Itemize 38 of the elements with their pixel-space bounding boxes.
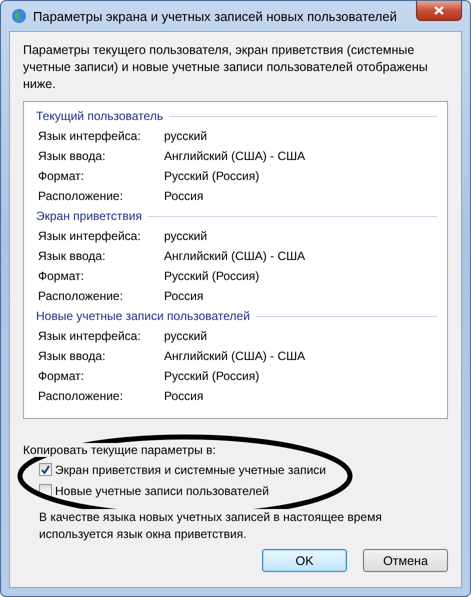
checkbox-label: Новые учетные записи пользователей (55, 484, 269, 498)
setting-value: Английский (США) - США (164, 349, 306, 363)
setting-label: Расположение: (38, 389, 124, 403)
checkbox[interactable] (39, 463, 52, 476)
section-title: Текущий пользователь (36, 109, 164, 123)
setting-value: Русский (Россия) (164, 369, 260, 383)
intro-text: Параметры текущего пользователя, экран приветствия (системные учетные записи) и новые учетные записи пользователей отображены ниже. (23, 42, 429, 93)
setting-value: Русский (Россия) (164, 169, 260, 183)
setting-value: русский (164, 229, 208, 243)
section-title: Новые учетные записи пользователей (36, 309, 250, 323)
setting-label: Язык ввода: (38, 149, 106, 163)
setting-label: Язык ввода: (38, 349, 106, 363)
globe-icon (11, 8, 27, 24)
cancel-button[interactable]: Отмена (363, 549, 448, 572)
setting-value: Россия (164, 189, 204, 203)
setting-value: Россия (164, 389, 204, 403)
setting-label: Формат: (38, 269, 85, 283)
setting-label: Расположение: (38, 289, 124, 303)
setting-value: Английский (США) - США (164, 149, 306, 163)
setting-label: Формат: (38, 369, 85, 383)
setting-label: Формат: (38, 169, 85, 183)
setting-value: Английский (США) - США (164, 249, 306, 263)
setting-value: русский (164, 129, 208, 143)
checkbox-label: Экран приветствия и системные учетные записи (55, 462, 326, 476)
setting-label: Язык интерфейса: (38, 329, 142, 343)
section-title: Экран приветствия (36, 209, 142, 223)
window-title: Параметры экрана и учетных записей новых пользователей (33, 8, 397, 24)
setting-label: Язык интерфейса: (38, 229, 142, 243)
setting-label: Язык интерфейса: (38, 129, 142, 143)
setting-value: русский (164, 329, 208, 343)
close-button[interactable] (416, 1, 462, 21)
setting-label: Расположение: (38, 189, 124, 203)
setting-value: Русский (Россия) (164, 269, 260, 283)
close-icon (434, 6, 444, 15)
copy-label: Копировать текущие параметры в: (23, 443, 216, 457)
setting-value: Россия (164, 289, 204, 303)
ok-button[interactable]: OK (262, 549, 347, 572)
setting-label: Язык ввода: (38, 249, 106, 263)
